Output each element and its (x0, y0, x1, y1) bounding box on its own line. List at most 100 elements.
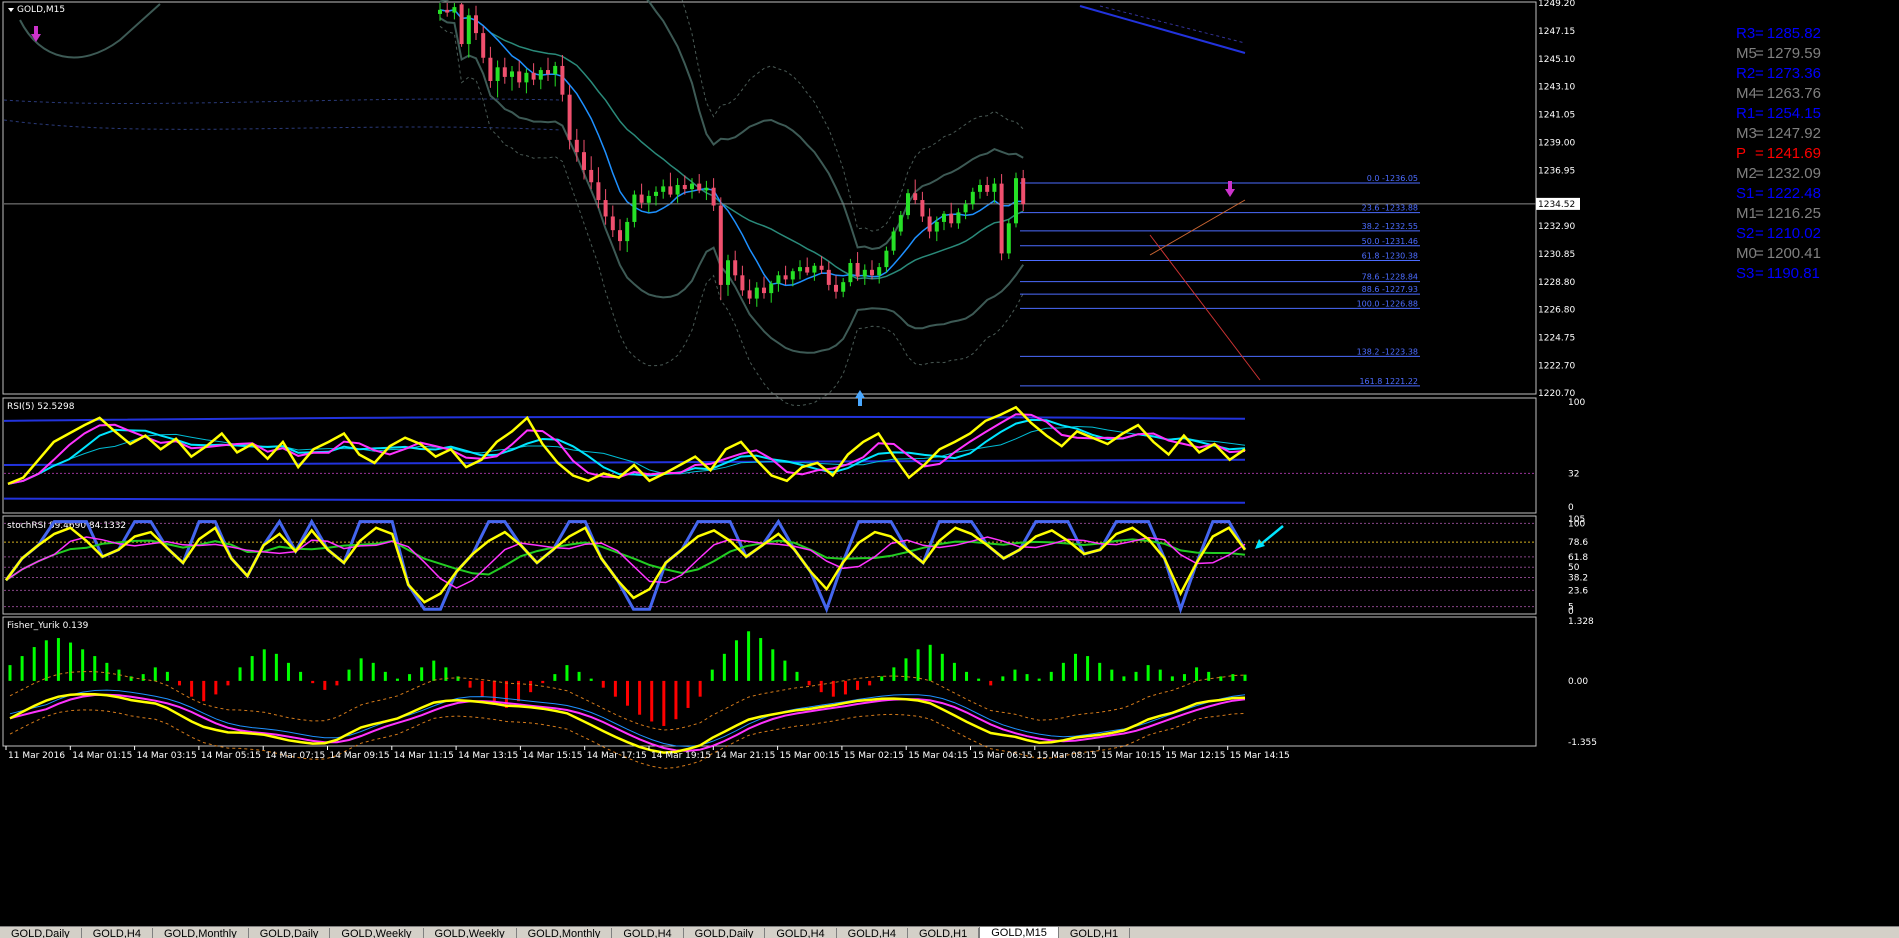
candle-body (999, 183, 1004, 254)
fisher-histogram-bar (638, 680, 642, 715)
fisher-histogram-bar (1219, 676, 1223, 681)
fisher-histogram-bar (734, 640, 738, 681)
fisher-histogram-bar (44, 640, 48, 681)
fisher-histogram-bar (105, 662, 109, 681)
stoch-tick-label: 23.6 (1568, 586, 1588, 596)
candle-body (466, 15, 471, 45)
rsi-band-mid (3, 458, 1246, 466)
fisher-histogram-bar (383, 671, 387, 681)
trend-line-upper-dash (1099, 5, 1246, 44)
fisher-histogram-bar (395, 678, 399, 681)
pivot-equals: = (1755, 185, 1764, 202)
price-tick-label: 1226.80 (1538, 306, 1575, 316)
stoch-tick-label: 50 (1568, 563, 1580, 573)
candle-body (445, 9, 450, 13)
fisher-histogram-bar (347, 669, 351, 681)
candle-body (855, 263, 860, 277)
fisher-histogram-bar (299, 671, 303, 681)
candle-body (920, 200, 925, 217)
candle-body (524, 72, 529, 83)
pivot-equals: = (1755, 105, 1764, 122)
candle-body (510, 71, 514, 77)
fisher-histogram-bar (238, 667, 242, 681)
pivot-value: 1232.09 (1766, 165, 1821, 182)
rsi-subwindow[interactable]: RSI(5) 52.5298 (3, 402, 1536, 549)
pivot-levels-panel: R3= 1285.82 M5= 1279.59 R2= 1273.36 M4= 1263.76… (1736, 24, 1896, 284)
fisher-histogram-bar (783, 660, 787, 681)
candle-body (654, 191, 658, 196)
candle-body (963, 204, 968, 213)
pivot-r1: R1= 1254.15 (1736, 104, 1896, 124)
candle-body (589, 169, 594, 183)
pane-frames (2, 1, 1537, 747)
pivot-equals: = (1755, 85, 1764, 102)
candle-body (560, 65, 565, 95)
fisher-histogram-bar (371, 662, 375, 681)
candle-body (848, 263, 853, 283)
candle-body (747, 290, 752, 299)
fisher-histogram-bar (274, 653, 278, 681)
fisher-histogram-bar (1182, 674, 1186, 681)
pivot-value: 1279.59 (1766, 45, 1821, 62)
pane-border-rsi (2, 397, 1537, 514)
fisher-histogram-bar (420, 667, 424, 681)
moving-average-fast (439, 8, 1024, 287)
fisher-histogram-bar (1086, 656, 1090, 681)
time-label: 15 Mar 06:15 (973, 751, 1033, 761)
fisher-histogram-bar (1195, 667, 1199, 681)
fib-label: 78.6 -1228.84 (1362, 273, 1418, 282)
fisher-tick-label: 1.328 (1568, 617, 1594, 627)
fisher-histogram-bar (892, 667, 896, 681)
main-price-chart[interactable]: 0.0 -1236.05 23.6 -1233.88 38.2 -1232.55 50… (3, 0, 1536, 407)
time-label: 14 Mar 07:15 (265, 751, 325, 761)
fisher-histogram-bar (262, 649, 266, 681)
fisher-histogram-bar (250, 656, 254, 681)
candle-body (488, 57, 493, 81)
pivot-name: R1 (1736, 105, 1756, 122)
price-tick-label: 1241.05 (1538, 111, 1575, 121)
fisher-histogram-bar (444, 667, 448, 681)
fisher-histogram-bar (589, 678, 593, 681)
candle-body (934, 221, 939, 232)
fib-label: 88.6 -1227.93 (1362, 285, 1418, 294)
time-label: 15 Mar 02:15 (844, 751, 904, 761)
candle-body (438, 9, 442, 14)
fisher-histogram-bar (32, 647, 36, 681)
candle-body (675, 185, 680, 195)
time-label: 14 Mar 03:15 (137, 751, 197, 761)
fisher-histogram-bar (1134, 671, 1138, 681)
candle-body (474, 15, 478, 34)
chart-tab[interactable]: GOLD,M15 (979, 927, 1059, 938)
fisher-histogram-bar (613, 680, 617, 697)
time-label: 14 Mar 21:15 (715, 751, 775, 761)
candle-body (733, 260, 738, 276)
candle-body (884, 250, 889, 268)
pivot-r2: R2= 1273.36 (1736, 64, 1896, 84)
fisher-title: Fisher_Yurik 0.139 (7, 621, 89, 631)
candle-body (776, 275, 781, 284)
fisher-histogram-bar (880, 676, 884, 681)
pivot-value: 1263.76 (1766, 85, 1821, 102)
candle-body (898, 215, 903, 232)
candle-body (862, 269, 867, 277)
stochrsi-subwindow[interactable]: stochRSI 89.4690 84.1332 (4, 518, 1536, 614)
fisher-histogram-bar (1122, 676, 1126, 681)
pivot-name: M4 (1736, 85, 1757, 102)
pivot-value: 1200.41 (1766, 245, 1821, 262)
pivot-m1: M1= 1216.25 (1736, 204, 1896, 224)
pivot-s1: S1= 1222.48 (1736, 184, 1896, 204)
pivot-value: 1254.15 (1766, 105, 1821, 122)
chart-canvas[interactable]: 0.0 -1236.05 23.6 -1233.88 38.2 -1232.55 50… (0, 0, 1899, 937)
pivot-equals: = (1755, 165, 1764, 182)
pivot-equals: = (1755, 205, 1764, 222)
fisher-histogram-bar (1037, 678, 1041, 681)
stoch-tick-label: 100 (1568, 519, 1585, 529)
time-label: 15 Mar 10:15 (1101, 751, 1161, 761)
fisher-histogram-bar (928, 644, 932, 681)
candle-body (949, 213, 954, 224)
price-tick-label: 1230.85 (1538, 250, 1575, 260)
pivot-s3: S3= 1190.81 (1736, 264, 1896, 284)
fisher-histogram-bar (759, 638, 763, 681)
fisher-histogram-bar (698, 680, 702, 697)
band-outer-upper (681, 0, 1024, 232)
